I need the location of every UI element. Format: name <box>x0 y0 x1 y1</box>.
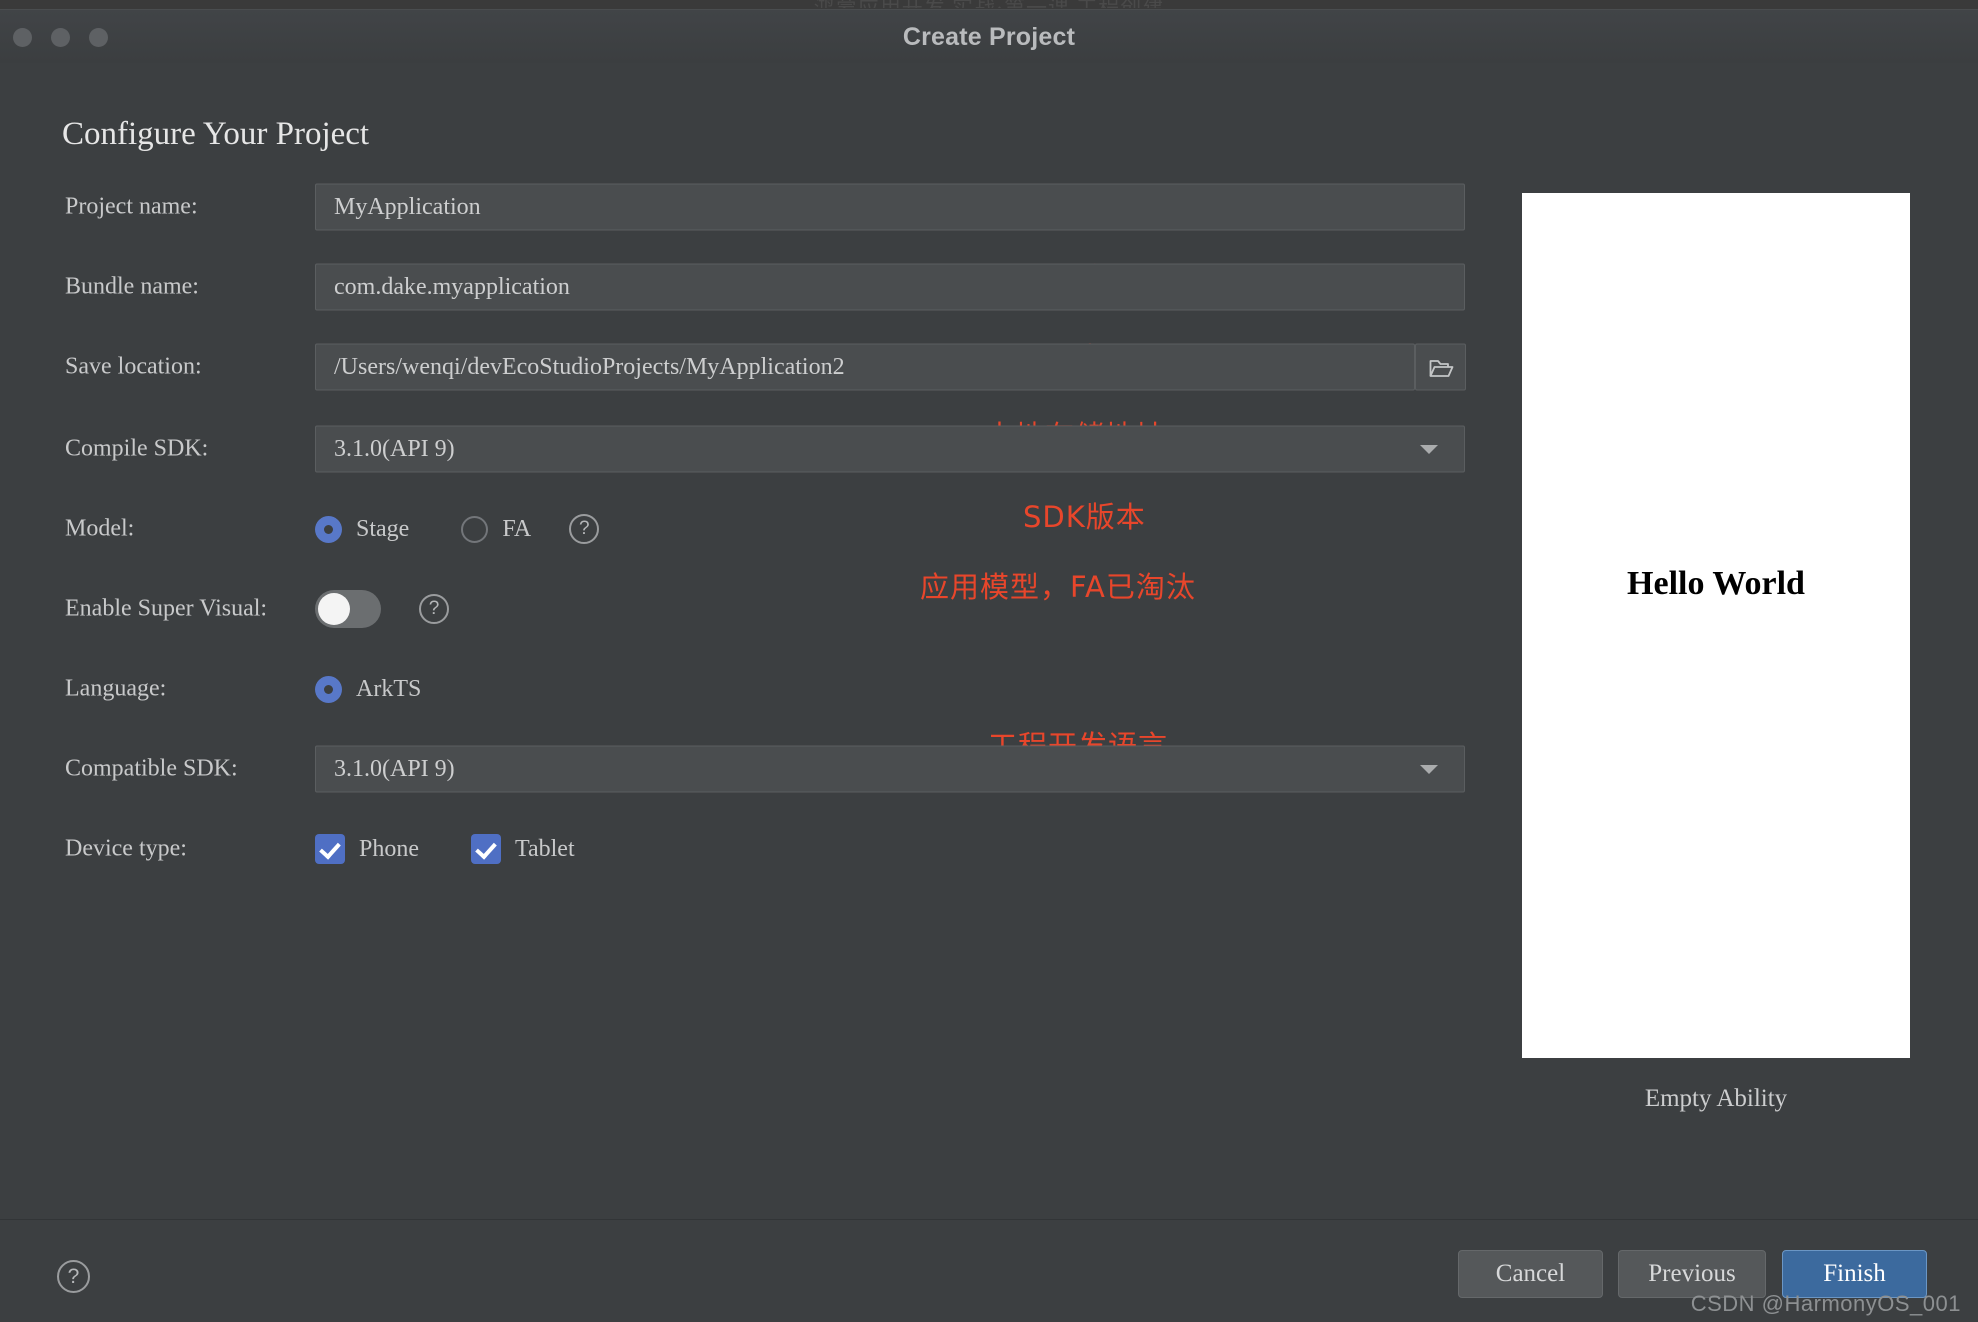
project-name-label: Project name: <box>65 193 198 220</box>
model-option-group: Stage FA ? <box>315 506 600 552</box>
title-bar: Create Project <box>0 10 1978 64</box>
model-help-icon[interactable]: ? <box>569 514 600 544</box>
model-radio-stage-label: Stage <box>356 515 410 542</box>
language-option-group: ArkTS <box>315 666 421 712</box>
create-project-dialog: 鸿蒙应用开发 实战·第一课 工程创建 Create Project Config… <box>0 0 1978 1322</box>
model-radio-fa-label: FA <box>502 515 532 542</box>
project-name-value: MyApplication <box>334 193 481 220</box>
compile-sdk-label: Compile SDK: <box>65 435 209 462</box>
compile-sdk-value: 3.1.0(API 9) <box>334 435 455 462</box>
compatible-sdk-value: 3.1.0(API 9) <box>334 755 455 782</box>
watermark: CSDN @HarmonyOS_001 <box>1690 1291 1961 1316</box>
save-location-value: /Users/wenqi/devEcoStudioProjects/MyAppl… <box>334 353 845 380</box>
dialog-footer: ? Cancel Previous Finish CSDN @HarmonyOS… <box>0 1219 1978 1322</box>
device-type-checkbox-tablet-label: Tablet <box>515 835 575 862</box>
window-title: Create Project <box>902 23 1076 51</box>
footer-help-icon[interactable]: ? <box>57 1260 90 1293</box>
preview-hello-world-text: Hello World <box>1627 565 1805 602</box>
background-window-title: 鸿蒙应用开发 实战·第一课 工程创建 <box>0 0 1978 8</box>
device-type-option-group: Phone Tablet <box>315 826 575 872</box>
bundle-name-label: Bundle name: <box>65 273 199 300</box>
enable-super-visual-group: ? <box>315 586 449 632</box>
save-location-label: Save location: <box>65 353 202 380</box>
device-type-checkbox-tablet[interactable] <box>471 834 501 864</box>
device-type-checkbox-phone[interactable] <box>315 834 345 864</box>
language-radio-arkts-label: ArkTS <box>356 675 422 702</box>
browse-folder-button[interactable] <box>1415 343 1466 391</box>
chevron-down-icon <box>1420 444 1438 454</box>
model-label: Model: <box>65 515 135 542</box>
cancel-button[interactable]: Cancel <box>1458 1250 1603 1298</box>
bundle-name-input[interactable]: com.dake.myapplication <box>315 263 1465 311</box>
preview-caption: Empty Ability <box>1644 1085 1788 1112</box>
compile-sdk-dropdown[interactable]: 3.1.0(API 9) <box>315 425 1465 473</box>
chevron-down-icon <box>1420 764 1438 774</box>
enable-super-visual-label: Enable Super Visual: <box>65 595 268 622</box>
language-radio-arkts[interactable] <box>315 675 342 703</box>
project-name-input[interactable]: MyApplication <box>315 183 1465 231</box>
enable-super-visual-help-icon[interactable]: ? <box>419 594 449 624</box>
dialog-window: Create Project Configure Your Project Pr… <box>0 9 1978 1322</box>
bundle-name-value: com.dake.myapplication <box>334 273 570 300</box>
template-preview: Hello World <box>1522 193 1910 1058</box>
enable-super-visual-toggle[interactable] <box>315 590 381 628</box>
compatible-sdk-dropdown[interactable]: 3.1.0(API 9) <box>315 745 1465 793</box>
compatible-sdk-label: Compatible SDK: <box>65 755 238 782</box>
language-label: Language: <box>65 675 167 702</box>
page-title: Configure Your Project <box>62 116 370 152</box>
model-radio-stage[interactable] <box>315 515 342 543</box>
model-radio-fa[interactable] <box>461 515 489 543</box>
device-type-label: Device type: <box>65 835 187 862</box>
device-type-checkbox-phone-label: Phone <box>359 835 419 862</box>
save-location-input[interactable]: /Users/wenqi/devEcoStudioProjects/MyAppl… <box>315 343 1415 391</box>
